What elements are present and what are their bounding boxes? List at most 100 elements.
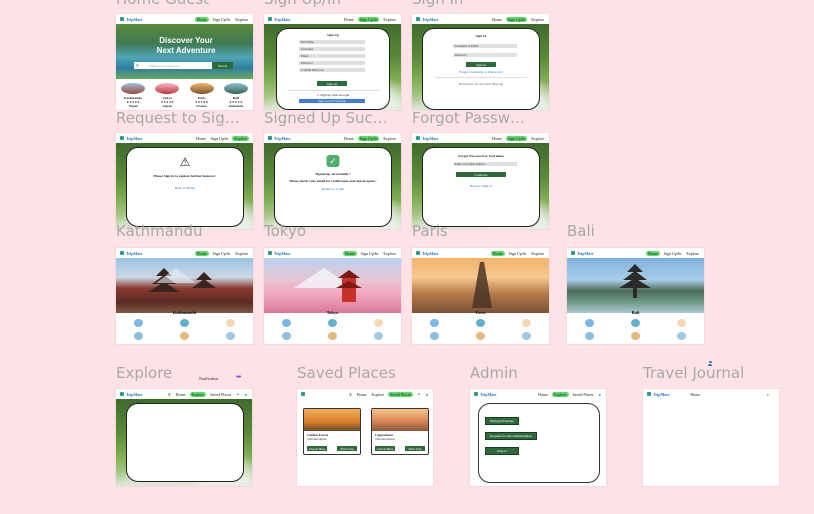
username-email-field[interactable]: Username or Email bbox=[453, 44, 517, 48]
logo[interactable]: TripMate bbox=[416, 136, 438, 141]
weather-icon[interactable] bbox=[430, 319, 440, 327]
back-home-link[interactable]: Back to Home bbox=[127, 186, 243, 190]
frame-forgot[interactable]: TripMate Home Sign Up/In Explore Forgot … bbox=[412, 133, 549, 229]
guide-icon[interactable] bbox=[373, 319, 383, 327]
hotel-icon[interactable] bbox=[430, 332, 440, 340]
nav-explore[interactable]: Explore bbox=[551, 391, 569, 397]
nav-home[interactable]: Home bbox=[689, 392, 701, 397]
hotel-icon[interactable] bbox=[585, 332, 595, 340]
nav-saved[interactable]: Saved Places bbox=[209, 392, 232, 397]
weather-icon[interactable] bbox=[585, 319, 595, 327]
dest-tokyo[interactable]: Tokyo ★★★★★ Japan bbox=[154, 83, 180, 108]
nav-home[interactable]: Home bbox=[175, 392, 187, 397]
nav-signup[interactable]: Sign Up/In bbox=[212, 17, 232, 22]
email-field[interactable]: Email bbox=[299, 54, 365, 58]
nav-explore[interactable]: Explore bbox=[685, 251, 700, 256]
nav-signup[interactable]: Sign Up/In bbox=[505, 16, 528, 22]
nav-home[interactable]: Home bbox=[490, 250, 505, 256]
username-field[interactable]: Username bbox=[299, 47, 365, 51]
frame-admin[interactable]: TripMate Home Explore Saved Places ● Man… bbox=[470, 389, 606, 486]
manage-package-button[interactable]: Manage Package bbox=[485, 417, 519, 425]
signup-prompt[interactable]: Don't have an account? Sign up bbox=[423, 82, 539, 86]
recommendation-button[interactable]: Request for Recommendation bbox=[485, 432, 537, 440]
frame-signin[interactable]: TripMate Home Sign Up/In Explore Sign In… bbox=[412, 14, 549, 110]
bell-icon[interactable]: ⚬ bbox=[416, 392, 421, 397]
search-button[interactable]: Search bbox=[212, 62, 233, 69]
saved-card-1[interactable]: Golden Forest Visit description Check He… bbox=[303, 408, 361, 455]
frame-home-guest[interactable]: TripMate Home Sign Up/In Explore Discove… bbox=[116, 14, 253, 110]
check-here-button[interactable]: Check Here bbox=[307, 446, 327, 451]
frame-signed-up[interactable]: TripMate Home Sign Up/In Explore ✓ Signe… bbox=[264, 133, 401, 229]
nav-explore[interactable]: Explore bbox=[234, 251, 249, 256]
logo[interactable]: TripMate bbox=[647, 392, 669, 397]
nav-signup[interactable]: Sign Up/In bbox=[360, 251, 380, 256]
nav-home[interactable]: Home bbox=[356, 392, 368, 397]
logo[interactable]: TripMate bbox=[571, 251, 593, 256]
guide-icon[interactable] bbox=[676, 319, 686, 327]
logo[interactable]: TripMate bbox=[474, 392, 496, 397]
nav-home[interactable]: Home bbox=[195, 136, 207, 141]
report-button[interactable]: Report bbox=[485, 447, 519, 455]
signin-button[interactable]: Sign in bbox=[466, 62, 496, 67]
frame-kathmandu[interactable]: TripMate Home Sign Up/In Explore Kathman… bbox=[116, 248, 253, 344]
logo[interactable]: TripMate bbox=[120, 392, 142, 397]
hotel-icon[interactable] bbox=[282, 332, 292, 340]
search-icon[interactable]: ⚲ bbox=[167, 392, 172, 397]
logo[interactable]: TripMate bbox=[120, 17, 142, 22]
nav-signup[interactable]: Sign Up/In bbox=[663, 251, 683, 256]
nav-explore[interactable]: Explore bbox=[382, 251, 397, 256]
chat-icon[interactable] bbox=[676, 332, 686, 340]
nav-home[interactable]: Home bbox=[342, 250, 357, 256]
nav-signup[interactable]: Sign Up/In bbox=[505, 135, 528, 141]
culture-icon[interactable] bbox=[475, 319, 485, 327]
nav-home[interactable]: Home bbox=[645, 250, 660, 256]
nav-explore[interactable]: Explore bbox=[382, 136, 397, 141]
password-field[interactable]: Password bbox=[299, 61, 365, 65]
search-input[interactable]: Where do you want to go bbox=[149, 64, 179, 68]
logo[interactable]: TripMate bbox=[268, 136, 290, 141]
nav-signup[interactable]: Sign Up/In bbox=[210, 136, 230, 141]
dest-bali[interactable]: Bali ★★★★★ Indonesia bbox=[223, 83, 249, 108]
dest-kathmandu[interactable]: Kathmandu ★★★★★ Nepal bbox=[120, 83, 146, 108]
return-login-link[interactable]: Return to Login bbox=[275, 187, 391, 191]
chat-icon[interactable] bbox=[521, 332, 531, 340]
nav-explore[interactable]: Explore bbox=[234, 17, 249, 22]
dest-paris[interactable]: Paris ★★★★★ France bbox=[189, 83, 215, 108]
logo[interactable]: TripMate bbox=[416, 251, 438, 256]
frame-bali[interactable]: TripMate Home Sign Up/In Explore Bali bbox=[567, 248, 704, 344]
frame-saved[interactable]: ⚲ Home Explore Saved Places ⚬ ● Golden F… bbox=[297, 389, 433, 486]
nav-explore[interactable]: Explore bbox=[530, 251, 545, 256]
profile-icon[interactable]: ● bbox=[598, 392, 602, 397]
logo[interactable]: TripMate bbox=[120, 251, 142, 256]
guide-icon[interactable] bbox=[521, 319, 531, 327]
weather-icon[interactable] bbox=[134, 319, 144, 327]
continue-button[interactable]: Continue bbox=[456, 172, 506, 177]
nav-home[interactable]: Home bbox=[194, 250, 209, 256]
check-here-button[interactable]: Check Here bbox=[375, 446, 395, 451]
fullname-field[interactable]: Full Name bbox=[299, 40, 365, 44]
user-avatar-icon[interactable] bbox=[708, 361, 712, 366]
forgot-link[interactable]: Forgot Username or Password? bbox=[423, 70, 539, 74]
confirm-password-field[interactable]: Confirm Password bbox=[299, 68, 365, 72]
logo[interactable]: TripMate bbox=[120, 136, 142, 141]
food-icon[interactable] bbox=[179, 332, 189, 340]
plan-trip-button[interactable]: Plan Trip bbox=[405, 446, 425, 451]
nav-explore[interactable]: Explore bbox=[232, 135, 249, 141]
culture-icon[interactable] bbox=[179, 319, 189, 327]
guide-icon[interactable] bbox=[225, 319, 235, 327]
bell-icon[interactable]: ⚬ bbox=[235, 392, 240, 397]
password-field[interactable]: Password bbox=[453, 53, 517, 57]
nav-saved[interactable]: Saved Places bbox=[572, 392, 595, 397]
culture-icon[interactable] bbox=[630, 319, 640, 327]
nav-home[interactable]: Home bbox=[491, 136, 503, 141]
profile-icon[interactable]: ● bbox=[767, 392, 769, 397]
nav-explore[interactable]: Explore bbox=[530, 136, 545, 141]
logo[interactable] bbox=[301, 392, 307, 396]
food-icon[interactable] bbox=[630, 332, 640, 340]
chat-icon[interactable] bbox=[225, 332, 235, 340]
frame-request-signin[interactable]: TripMate Home Sign Up/In Explore ⚠ Pleas… bbox=[116, 133, 253, 229]
nav-explore[interactable]: Explore bbox=[530, 17, 545, 22]
chat-icon[interactable] bbox=[373, 332, 383, 340]
back-signin-link[interactable]: Back to Sign in bbox=[423, 184, 539, 188]
nav-signup[interactable]: Sign Up/In bbox=[357, 135, 380, 141]
